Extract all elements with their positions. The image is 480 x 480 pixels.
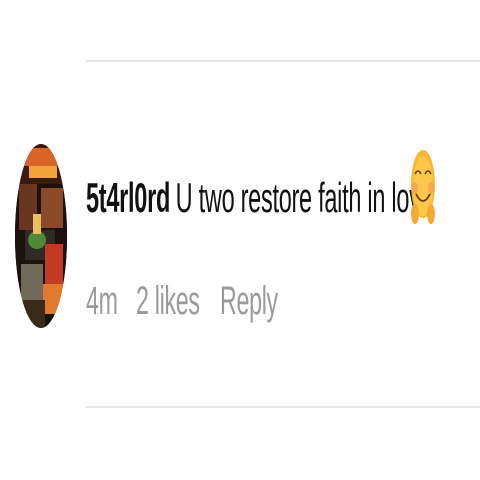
comment-screen: 5t4rl0rd U two restore faith in love 4m 2… [0,0,480,480]
comment-username[interactable]: 5t4rl0rd [86,174,170,221]
comment-body: U two restore faith in love [175,174,434,221]
comment-timestamp: 4m [86,278,118,323]
avatar-image [15,144,67,328]
likes-count-link[interactable]: 2 likes [136,279,200,324]
bottom-divider [86,406,480,408]
top-divider [86,60,480,62]
smiling-face-emoji-icon [410,148,436,230]
avatar[interactable] [15,144,67,328]
comment-meta-row: 4m 2 likes Reply [86,276,278,326]
comment-text-wrap: 5t4rl0rd U two restore faith in love [86,174,434,222]
reply-button[interactable]: Reply [220,279,278,324]
